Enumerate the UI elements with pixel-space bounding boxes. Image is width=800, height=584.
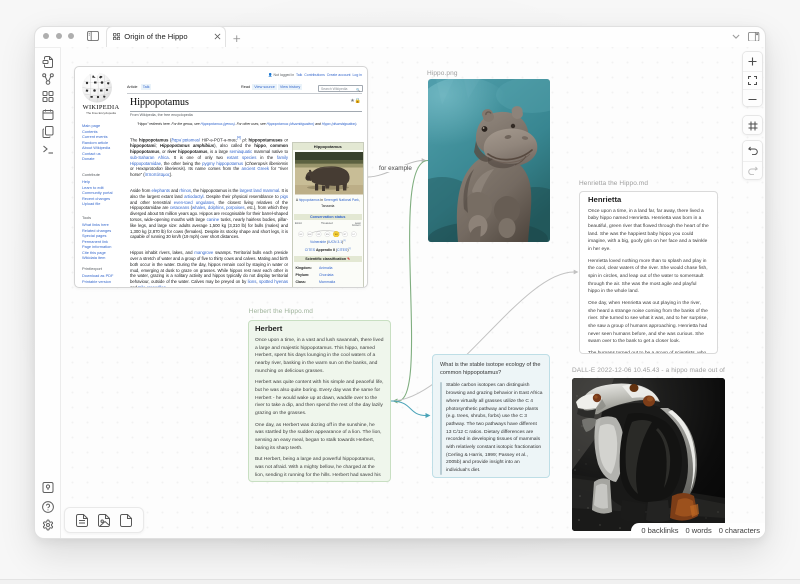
svg-text:VU: VU	[335, 234, 338, 236]
svg-text:EN: EN	[326, 234, 329, 236]
svg-text:CR: CR	[317, 234, 321, 236]
svg-text:EW: EW	[308, 234, 311, 236]
